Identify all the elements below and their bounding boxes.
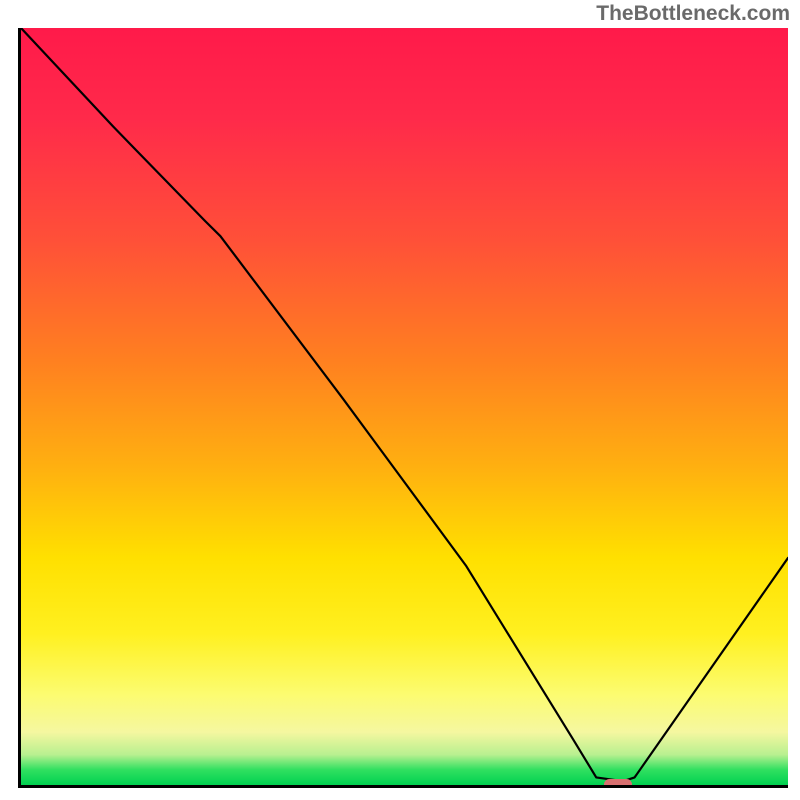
chart-plot-area: [18, 28, 788, 788]
chart-curve-svg: [21, 28, 788, 785]
watermark-text: TheBottleneck.com: [596, 2, 790, 26]
optimal-point-marker: [604, 779, 632, 788]
bottleneck-curve: [21, 28, 788, 781]
